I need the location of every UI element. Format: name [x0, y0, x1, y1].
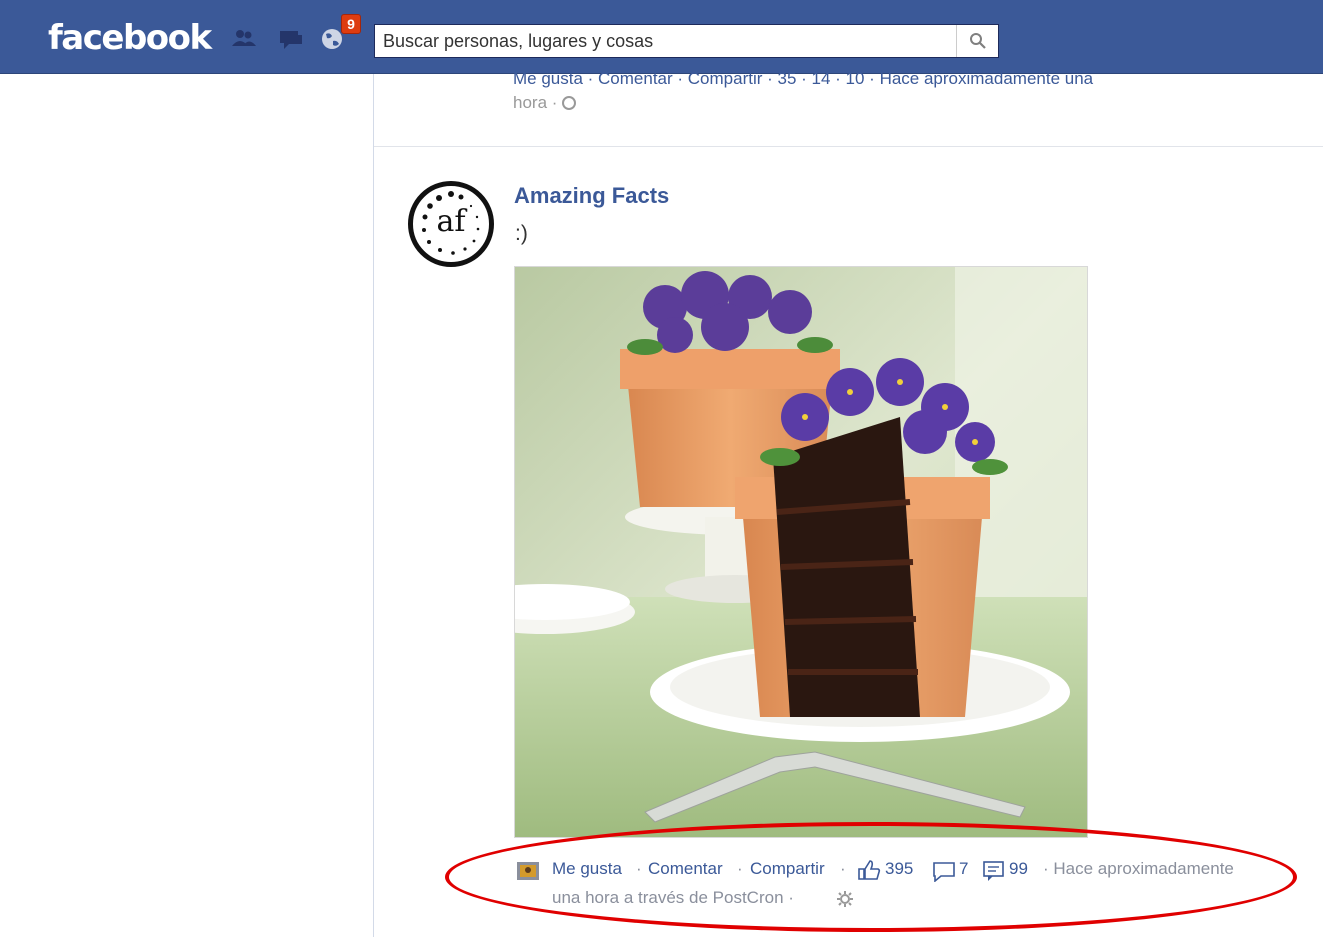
- share-icon: [983, 861, 1004, 881]
- privacy-gear-icon[interactable]: [836, 890, 854, 908]
- likes-count[interactable]: 395: [885, 857, 913, 881]
- timeline-rule: [373, 74, 374, 937]
- separator-dot: ·: [737, 859, 743, 878]
- comment-button[interactable]: Comentar: [648, 857, 723, 881]
- post-time-line1[interactable]: · Hace aproximadamente: [1043, 857, 1234, 881]
- search-icon: [970, 33, 986, 49]
- globe-icon: [562, 96, 577, 110]
- search-button[interactable]: [956, 25, 998, 57]
- postcron-app-icon: [517, 862, 539, 880]
- top-bar: facebook 9: [0, 0, 1323, 74]
- share-button[interactable]: Compartir: [750, 857, 825, 881]
- like-button[interactable]: Me gusta: [552, 857, 622, 881]
- comments-count[interactable]: 7: [959, 857, 968, 881]
- post-photo[interactable]: [514, 266, 1088, 838]
- search-input[interactable]: [375, 25, 957, 57]
- facebook-logo[interactable]: facebook: [48, 18, 212, 58]
- previous-post-actions[interactable]: Me gusta · Comentar · Compartir · 35 · 1…: [513, 66, 1273, 92]
- messages-icon[interactable]: [276, 24, 306, 54]
- search-box: [374, 24, 999, 58]
- post-divider: [374, 146, 1323, 147]
- shares-count[interactable]: 99: [1009, 857, 1028, 881]
- comment-bubble-icon: [933, 862, 955, 882]
- friend-requests-icon[interactable]: [229, 24, 259, 54]
- avatar-text: af: [436, 204, 466, 239]
- previous-post-time: hora ·: [513, 90, 577, 116]
- post-message: :): [515, 222, 528, 245]
- separator-dot: ·: [636, 859, 642, 878]
- post-time-line2[interactable]: una hora a través de PostCron ·: [552, 886, 794, 910]
- thumbs-up-icon: [858, 860, 881, 880]
- notifications-badge[interactable]: 9: [341, 14, 361, 34]
- separator-dot: ·: [840, 859, 846, 878]
- previous-post-time-text: hora ·: [513, 93, 558, 112]
- post-author-link[interactable]: Amazing Facts: [514, 182, 669, 210]
- page-avatar[interactable]: af: [408, 181, 494, 267]
